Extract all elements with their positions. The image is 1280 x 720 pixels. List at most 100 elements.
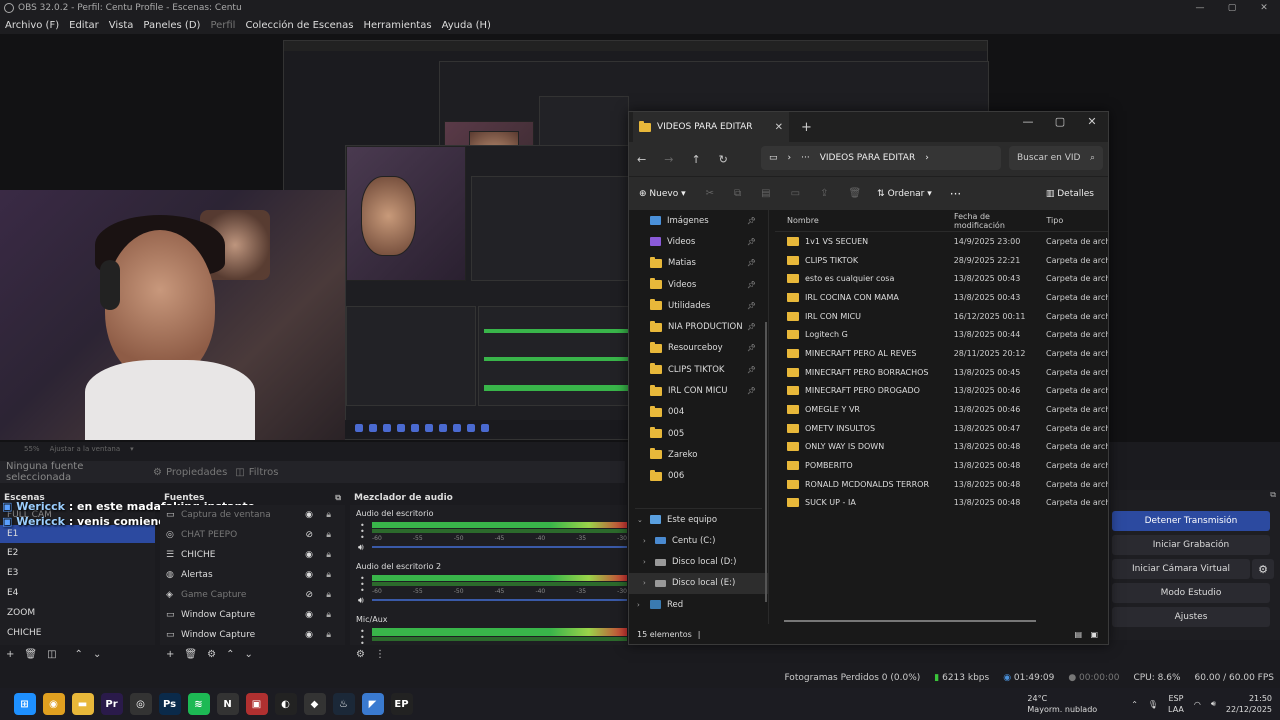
nav-item-drive-e[interactable]: › Disco local (E:) bbox=[629, 572, 768, 595]
explorer-tab[interactable]: VIDEOS PARA EDITAR ✕ bbox=[633, 112, 789, 142]
scene-item[interactable]: E4 bbox=[0, 583, 155, 603]
zoom-fit[interactable]: Ajustar a la ventana bbox=[50, 445, 121, 453]
nav-item-nia-production[interactable]: NIA PRODUCTION 📌︎ bbox=[629, 316, 768, 337]
source-item[interactable]: ▭ Window Capture ◉ 🔒︎ bbox=[160, 625, 345, 645]
lock-icon[interactable]: 🔒︎ bbox=[326, 510, 331, 520]
minimize-icon[interactable]: — bbox=[1184, 0, 1216, 16]
nav-item-clips-tiktok[interactable]: CLIPS TIKTOK 📌︎ bbox=[629, 359, 768, 380]
capcut-icon[interactable]: ◐ bbox=[274, 693, 297, 715]
undock-icon[interactable]: ⧉ bbox=[335, 493, 341, 503]
copy-icon[interactable]: ⧉ bbox=[734, 188, 741, 199]
nav-item-videos-folder[interactable]: Videos 📌︎ bbox=[629, 274, 768, 295]
speaker-icon[interactable]: 🔊︎ bbox=[358, 596, 364, 606]
chevron-up-icon[interactable]: ⌃ bbox=[75, 649, 83, 660]
studio-mode-button[interactable]: Modo Estudio bbox=[1112, 583, 1270, 603]
steam-icon[interactable]: ♨ bbox=[332, 693, 355, 715]
lock-icon[interactable]: 🔒︎ bbox=[326, 530, 331, 540]
premiere-icon[interactable]: Pr bbox=[100, 693, 123, 715]
nav-item-resourceboy[interactable]: Resourceboy 📌︎ bbox=[629, 338, 768, 359]
rename-icon[interactable]: ▭ bbox=[791, 188, 800, 199]
eye-icon[interactable]: ◉ bbox=[305, 610, 313, 620]
trash-icon[interactable]: 🗑︎ bbox=[184, 649, 197, 660]
close-tab-icon[interactable]: ✕ bbox=[775, 122, 783, 133]
details-view-icon[interactable]: ▤ bbox=[1074, 630, 1082, 639]
file-explorer-icon[interactable]: ▬ bbox=[71, 693, 94, 715]
eye-icon[interactable]: ◉ bbox=[305, 630, 313, 640]
settings-button[interactable]: Ajustes bbox=[1112, 607, 1270, 627]
new-button[interactable]: ⊕ Nuevo ▾ bbox=[639, 189, 686, 199]
app-icon-2[interactable]: ◆ bbox=[303, 693, 326, 715]
vcam-settings-gear-icon[interactable]: ⚙ bbox=[1252, 559, 1274, 579]
details-button[interactable]: ▥ Detalles bbox=[1046, 189, 1094, 199]
maximize-icon[interactable]: ▢ bbox=[1044, 112, 1076, 142]
menu-coleccion[interactable]: Colección de Escenas bbox=[245, 20, 353, 31]
paste-icon[interactable]: ▤ bbox=[761, 188, 770, 199]
file-row[interactable]: CLIPS TIKTOK 28/9/2025 22:21 Carpeta de ar… bbox=[775, 251, 1108, 270]
file-row[interactable]: MINECRAFT PERO AL REVES 28/11/2025 20:12 C… bbox=[775, 344, 1108, 363]
lock-icon[interactable]: 🔒︎ bbox=[326, 550, 331, 560]
scene-item[interactable]: E2 bbox=[0, 543, 155, 563]
volume-icon[interactable]: 🔊︎ bbox=[1211, 699, 1216, 709]
scene-item[interactable]: E3 bbox=[0, 563, 155, 583]
search-input[interactable]: Buscar en VID ⌕ bbox=[1009, 146, 1103, 170]
chevron-up-icon[interactable]: ⌃ bbox=[226, 649, 234, 660]
language-indicator[interactable]: ESP LAA bbox=[1168, 693, 1184, 715]
menu-perfil[interactable]: Perfil bbox=[210, 20, 235, 31]
file-row[interactable]: OMETV INSULTOS 13/8/2025 00:47 Carpeta de … bbox=[775, 419, 1108, 438]
lock-icon[interactable]: 🔒︎ bbox=[326, 590, 331, 600]
lock-icon[interactable]: 🔒︎ bbox=[326, 610, 331, 620]
menu-editar[interactable]: Editar bbox=[69, 20, 99, 31]
stop-stream-button[interactable]: Detener Transmisión bbox=[1112, 511, 1270, 531]
sort-button[interactable]: ⇅ Ordenar ▾ bbox=[877, 189, 932, 199]
file-row[interactable]: SUCK UP - IA 13/8/2025 00:48 Carpeta de ar… bbox=[775, 494, 1108, 513]
wifi-icon[interactable]: ◠ bbox=[1194, 700, 1201, 709]
track-menu-icon[interactable]: • • • bbox=[360, 628, 365, 648]
chevron-right-icon[interactable]: › bbox=[643, 579, 646, 587]
nav-item-zareko[interactable]: Zareko bbox=[629, 444, 768, 465]
chrome-icon[interactable]: ◉ bbox=[42, 693, 65, 715]
file-row[interactable]: RONALD MCDONALDS TERROR 13/8/2025 00:48 Ca… bbox=[775, 475, 1108, 494]
file-row[interactable]: IRL COCINA CON MAMA 13/8/2025 00:43 Carpet… bbox=[775, 288, 1108, 307]
chevron-down-icon[interactable]: ⌄ bbox=[637, 516, 643, 524]
volume-fader[interactable] bbox=[372, 599, 627, 601]
clock[interactable]: 21:50 22/12/2025 bbox=[1226, 693, 1272, 715]
source-item[interactable]: ◎ CHAT PEEPO ⊘ 🔒︎ bbox=[160, 525, 345, 545]
nav-item-red[interactable]: › Red bbox=[629, 594, 768, 615]
eye-icon[interactable]: ◉ bbox=[305, 510, 313, 520]
menu-herramientas[interactable]: Herramientas bbox=[363, 20, 431, 31]
chevron-down-icon[interactable]: ⌄ bbox=[244, 649, 252, 660]
nav-item-drive-c[interactable]: › Centu (C:) bbox=[629, 530, 768, 551]
eye-icon[interactable]: ◉ bbox=[305, 570, 313, 580]
spotify-icon[interactable]: ≋ bbox=[187, 693, 210, 715]
filter-icon[interactable]: ◫ bbox=[47, 649, 56, 660]
menu-paneles[interactable]: Paneles (D) bbox=[143, 20, 200, 31]
undock-icon[interactable]: ⧉ bbox=[1270, 490, 1276, 500]
more-options-icon[interactable]: ··· bbox=[950, 187, 961, 201]
source-item[interactable]: ▭ Captura de ventana ◉ 🔒︎ bbox=[160, 505, 345, 525]
nav-scrollbar[interactable] bbox=[765, 322, 767, 602]
tiles-view-icon[interactable]: ▣ bbox=[1090, 630, 1098, 639]
chevron-right-icon[interactable]: › bbox=[643, 537, 646, 545]
eye-icon[interactable]: ◉ bbox=[305, 550, 313, 560]
source-item[interactable]: ☰ CHICHE ◉ 🔒︎ bbox=[160, 545, 345, 565]
refresh-icon[interactable]: ↻ bbox=[719, 153, 728, 166]
column-name[interactable]: Nombre bbox=[775, 216, 944, 225]
eye-hidden-icon[interactable]: ⊘ bbox=[305, 590, 313, 600]
microphone-icon[interactable]: 🎙︎ bbox=[1148, 700, 1158, 709]
eye-hidden-icon[interactable]: ⊘ bbox=[305, 530, 313, 540]
add-icon[interactable]: + bbox=[6, 649, 14, 660]
horizontal-scrollbar[interactable] bbox=[784, 620, 1036, 622]
start-virtual-cam-button[interactable]: Iniciar Cámara Virtual bbox=[1112, 559, 1250, 579]
ellipsis-icon[interactable]: ··· bbox=[801, 153, 810, 163]
menu-vista[interactable]: Vista bbox=[109, 20, 134, 31]
forward-arrow-icon[interactable]: → bbox=[664, 153, 673, 166]
file-row[interactable]: esto es cualquier cosa 13/8/2025 00:43 Car… bbox=[775, 269, 1108, 288]
trash-icon[interactable]: 🗑︎ bbox=[24, 649, 37, 660]
scene-item[interactable]: ZOOM bbox=[0, 603, 155, 623]
maximize-icon[interactable]: ▢ bbox=[1216, 0, 1248, 16]
obs-icon[interactable]: ◎ bbox=[129, 693, 152, 715]
menu-ayuda[interactable]: Ayuda (H) bbox=[442, 20, 491, 31]
nav-item-005[interactable]: 005 bbox=[629, 423, 768, 444]
file-row[interactable]: IRL CON MICU 16/12/2025 00:11 Carpeta de a… bbox=[775, 307, 1108, 326]
lock-icon[interactable]: 🔒︎ bbox=[326, 570, 331, 580]
